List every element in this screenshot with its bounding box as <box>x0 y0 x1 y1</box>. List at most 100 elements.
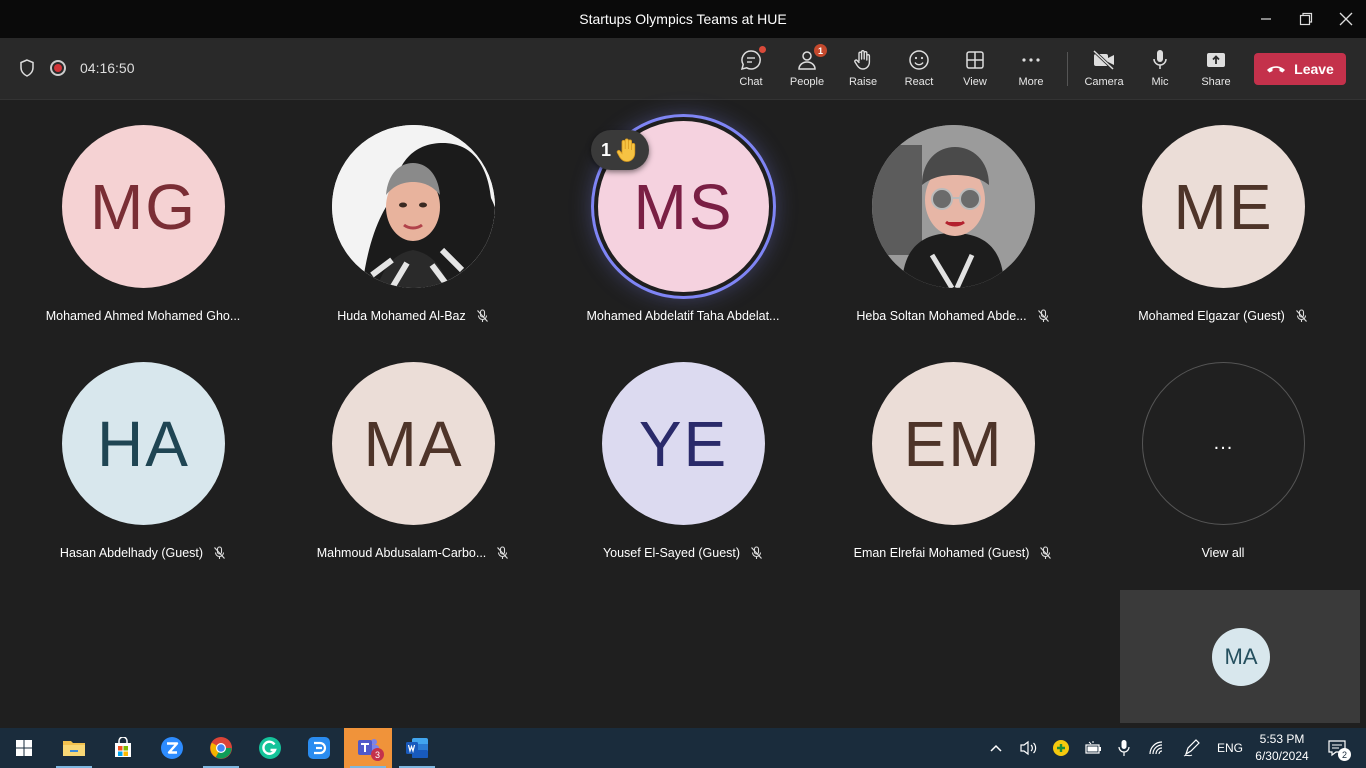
avatar: HA <box>62 362 225 525</box>
share-button[interactable]: Share <box>1188 46 1244 96</box>
participant-tile[interactable]: ME Mohamed Elgazar (Guest) <box>1103 100 1343 323</box>
minimize-icon <box>1261 18 1271 20</box>
close-button[interactable] <box>1326 0 1366 38</box>
participant-name-row: Mohamed Ahmed Mohamed Gho... <box>23 309 263 323</box>
participant-tile[interactable]: MG Mohamed Ahmed Mohamed Gho... <box>23 100 263 323</box>
chevron-up-icon <box>990 744 1002 752</box>
input-language-button[interactable]: ENG <box>1212 728 1248 768</box>
participant-name-row: Eman Elrefai Mohamed (Guest) <box>833 546 1073 560</box>
microphone-icon <box>1153 50 1167 69</box>
leave-label: Leave <box>1294 61 1334 77</box>
toolbar-divider <box>1067 52 1068 86</box>
mic-off-icon <box>1040 546 1052 559</box>
share-screen-icon <box>1207 53 1225 67</box>
people-button[interactable]: 1 People <box>779 44 835 96</box>
tray-overflow-button[interactable] <box>985 728 1007 768</box>
participant-name: Yousef El-Sayed (Guest) <box>602 546 741 560</box>
chat-button[interactable]: Chat <box>723 46 779 96</box>
view-all-label: View all <box>1201 546 1245 560</box>
battery-button[interactable] <box>1082 728 1104 768</box>
clock[interactable]: 5:53 PM 6/30/2024 <box>1254 728 1310 768</box>
participant-name-row: Yousef El-Sayed (Guest) <box>563 546 803 560</box>
start-button[interactable] <box>0 728 48 768</box>
participant-tile[interactable]: Huda Mohamed Al-Baz <box>293 100 533 323</box>
people-badge: 1 <box>814 44 827 57</box>
volume-icon <box>1020 740 1037 756</box>
avatar-photo <box>332 125 495 288</box>
participant-name-row: Mohamed Abdelatif Taha Abdelat... <box>563 309 803 323</box>
windows-logo-icon <box>16 740 32 756</box>
pen-button[interactable] <box>1180 728 1204 768</box>
self-view[interactable]: MA <box>1120 590 1360 723</box>
grid-view-icon <box>966 51 984 69</box>
clock-date: 6/30/2024 <box>1255 749 1309 763</box>
participant-name-row: View all <box>1103 546 1343 560</box>
taskbar-store[interactable] <box>99 728 147 768</box>
mic-button[interactable]: Mic <box>1132 46 1188 96</box>
profile-photo-heba <box>872 125 1035 288</box>
participant-tile[interactable]: HA Hasan Abdelhady (Guest) <box>23 337 263 560</box>
taskbar-word[interactable] <box>393 728 441 768</box>
taskbar-teams[interactable]: 3 <box>344 728 392 768</box>
share-label: Share <box>1201 76 1231 88</box>
participant-tile[interactable]: Heba Soltan Mohamed Abde... <box>833 100 1073 323</box>
react-label: React <box>904 76 934 88</box>
participant-name-row: Mahmoud Abdusalam-Carbo... <box>293 546 533 560</box>
title-bar: Startups Olympics Teams at HUE <box>0 0 1366 38</box>
chrome-icon <box>210 737 232 759</box>
maximize-button[interactable] <box>1286 0 1326 38</box>
taskbar-app[interactable] <box>295 728 343 768</box>
taskbar-grammarly[interactable] <box>246 728 294 768</box>
network-button[interactable] <box>1146 728 1168 768</box>
react-button[interactable]: React <box>891 46 947 96</box>
minimize-button[interactable] <box>1246 0 1286 38</box>
participant-name: Mohamed Abdelatif Taha Abdelat... <box>586 309 780 323</box>
volume-button[interactable] <box>1016 728 1042 768</box>
taskbar-file-explorer[interactable] <box>50 728 98 768</box>
wifi-icon <box>1149 741 1163 755</box>
microphone-tray-button[interactable] <box>1113 728 1135 768</box>
participant-name-row: Heba Soltan Mohamed Abde... <box>833 309 1073 323</box>
participant-tile[interactable]: YE Yousef El-Sayed (Guest) <box>563 337 803 560</box>
more-button[interactable]: More <box>1003 46 1059 96</box>
taskbar-chrome[interactable] <box>197 728 245 768</box>
camera-off-icon <box>1092 49 1115 71</box>
battery-icon <box>1085 741 1101 754</box>
participant-name-row: Mohamed Elgazar (Guest) <box>1103 309 1343 323</box>
avatar: MA <box>332 362 495 525</box>
camera-button[interactable]: Camera <box>1076 46 1132 96</box>
participant-tile[interactable]: MA Mahmoud Abdusalam-Carbo... <box>293 337 533 560</box>
participant-name-row: Hasan Abdelhady (Guest) <box>23 546 263 560</box>
chat-unread-dot <box>759 46 766 53</box>
meeting-toolbar: 04:16:50 Chat 1 People Raise React View <box>0 38 1366 100</box>
more-icon <box>1022 58 1040 62</box>
tray-app-icon <box>1053 740 1069 756</box>
meeting-timer: 04:16:50 <box>80 60 135 76</box>
raise-hand-button[interactable]: Raise <box>835 46 891 96</box>
tray-app-button[interactable] <box>1050 728 1072 768</box>
participant-tile[interactable]: EM Eman Elrefai Mohamed (Guest) <box>833 337 1073 560</box>
raise-label: Raise <box>848 76 878 88</box>
store-icon <box>115 737 131 757</box>
participant-name-row: Huda Mohamed Al-Baz <box>293 309 533 323</box>
view-button[interactable]: View <box>947 46 1003 96</box>
participant-name: Mohamed Elgazar (Guest) <box>1138 309 1285 323</box>
participant-name: Eman Elrefai Mohamed (Guest) <box>853 546 1030 560</box>
raise-hand-icon <box>854 50 871 70</box>
avatar: EM <box>872 362 1035 525</box>
participant-name: Hasan Abdelhady (Guest) <box>59 546 204 560</box>
camera-label: Camera <box>1084 76 1124 88</box>
leave-button[interactable]: Leave <box>1254 53 1346 85</box>
participant-name: Heba Soltan Mohamed Abde... <box>856 309 1027 323</box>
view-all-tile[interactable]: ... View all <box>1103 337 1343 560</box>
avatar-photo <box>872 125 1035 288</box>
avatar: ME <box>1142 125 1305 288</box>
taskbar-zoom[interactable] <box>148 728 196 768</box>
shield-icon[interactable] <box>18 58 36 78</box>
notifications-button[interactable]: 2 <box>1320 728 1354 768</box>
avatar: MG <box>62 125 225 288</box>
participant-name: Huda Mohamed Al-Baz <box>337 309 466 323</box>
restore-icon <box>1299 12 1313 26</box>
folder-icon <box>63 741 85 756</box>
smiley-icon <box>909 50 929 70</box>
